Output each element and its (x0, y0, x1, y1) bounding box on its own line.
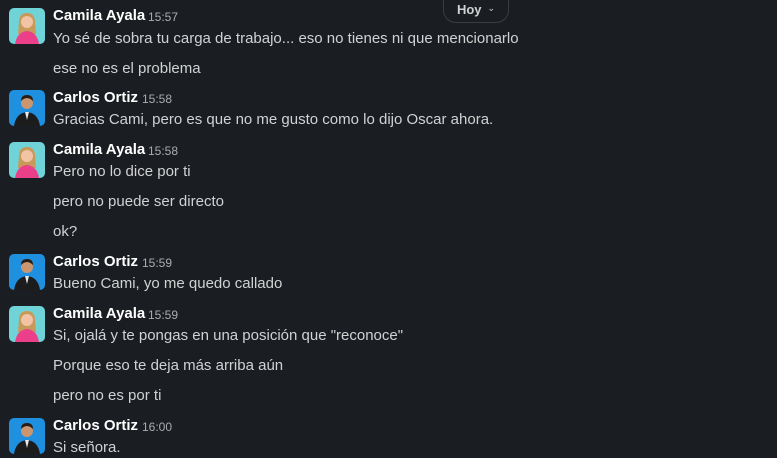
avatar-carlos-image (9, 254, 45, 290)
message-text: Pero no lo dice por ti (53, 163, 191, 180)
message-text: Gracias Cami, pero es que no me gusto co… (53, 111, 494, 128)
avatar-camila-image (9, 142, 45, 178)
avatar[interactable] (9, 8, 45, 44)
message-text: Si, ojalá y te pongas en una posición qu… (53, 327, 404, 344)
message-text: Si señora. (53, 439, 121, 456)
message-text: Yo sé de sobra tu carga de trabajo... es… (53, 30, 519, 47)
avatar-carlos-image (9, 418, 45, 454)
timestamp[interactable]: 15:59 (142, 256, 172, 270)
avatar-camila-image (9, 8, 45, 44)
message-text: pero no es por ti (53, 387, 162, 404)
avatar[interactable] (9, 418, 45, 454)
avatar[interactable] (9, 90, 45, 126)
timestamp[interactable]: 15:58 (148, 144, 178, 158)
timestamp[interactable]: 15:58 (142, 92, 172, 106)
author-name[interactable]: Carlos Ortiz (53, 253, 138, 270)
avatar[interactable] (9, 142, 45, 178)
date-divider-label: Hoy (456, 1, 482, 17)
message-text: ese no es el problema (53, 60, 201, 77)
avatar-carlos-image (9, 90, 45, 126)
author-name[interactable]: Carlos Ortiz (53, 89, 138, 106)
message-text: pero no puede ser directo (53, 193, 224, 210)
avatar[interactable] (9, 306, 45, 342)
message-list: Hoy ⌄ Camila Ayala 15:57 Yo sé de sobra … (0, 0, 777, 458)
author-name[interactable]: Camila Ayala (53, 305, 145, 322)
message-text: Bueno Cami, yo me quedo callado (53, 275, 283, 292)
timestamp[interactable]: 15:59 (148, 308, 178, 322)
message-text: Porque eso te deja más arriba aún (53, 357, 284, 374)
author-name[interactable]: Camila Ayala (53, 141, 145, 158)
chevron-down-icon: ⌄ (487, 2, 496, 13)
date-divider-button[interactable]: Hoy ⌄ (443, 0, 509, 23)
timestamp[interactable]: 16:00 (142, 420, 172, 434)
avatar[interactable] (9, 254, 45, 290)
timestamp[interactable]: 15:57 (148, 10, 178, 24)
message-text: ok? (53, 223, 78, 240)
author-name[interactable]: Camila Ayala (53, 7, 145, 24)
author-name[interactable]: Carlos Ortiz (53, 417, 138, 434)
avatar-camila-image (9, 306, 45, 342)
